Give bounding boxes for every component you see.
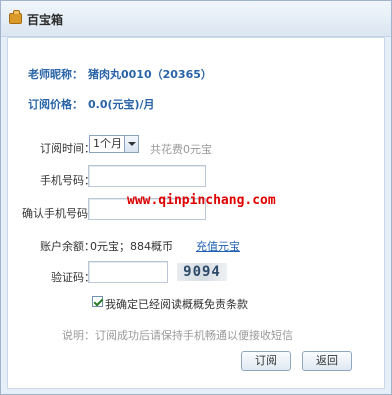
subscription-time-label: 订阅时间： xyxy=(40,142,95,155)
price-value: 0.0(元宝)/月 xyxy=(88,98,155,111)
watermark-text: www.qinpinchang.com xyxy=(127,193,276,208)
agreement-label[interactable]: 我确定已经阅读概概免责条款 xyxy=(105,296,248,312)
phone-label: 手机号码： xyxy=(40,174,95,187)
teacher-label: 老师昵称： xyxy=(28,68,83,81)
agreement-checkbox[interactable] xyxy=(92,296,103,307)
selected-value: 1个月 xyxy=(93,137,122,150)
treasure-box-icon xyxy=(9,10,22,24)
chevron-down-icon[interactable] xyxy=(124,136,138,152)
price-label: 订阅价格： xyxy=(28,98,83,111)
phone-input[interactable] xyxy=(88,165,206,187)
teacher-value: 猪肉丸0010（20365） xyxy=(88,68,212,81)
back-button[interactable]: 返回 xyxy=(302,351,352,371)
balance-value: 0元宝；884概币 xyxy=(90,240,173,253)
captcha-image[interactable]: 9094 xyxy=(177,263,227,281)
recharge-link[interactable]: 充值元宝 xyxy=(196,238,240,254)
note-text: 说明：订阅成功后请保持手机畅通以便接收短信 xyxy=(62,329,293,342)
captcha-input[interactable] xyxy=(88,261,168,283)
title-bar[interactable]: 百宝箱 xyxy=(1,1,391,37)
window-title: 百宝箱 xyxy=(27,13,64,27)
subscription-time-select[interactable]: 1个月 xyxy=(89,135,139,153)
balance-label: 账户余额： xyxy=(40,240,95,253)
cost-hint: 共花费0元宝 xyxy=(150,143,212,156)
subscribe-button[interactable]: 订阅 xyxy=(241,351,291,371)
dialog-window: 百宝箱 老师昵称： 猪肉丸0010（20365） 订阅价格： 0.0(元宝)/月… xyxy=(0,0,392,395)
